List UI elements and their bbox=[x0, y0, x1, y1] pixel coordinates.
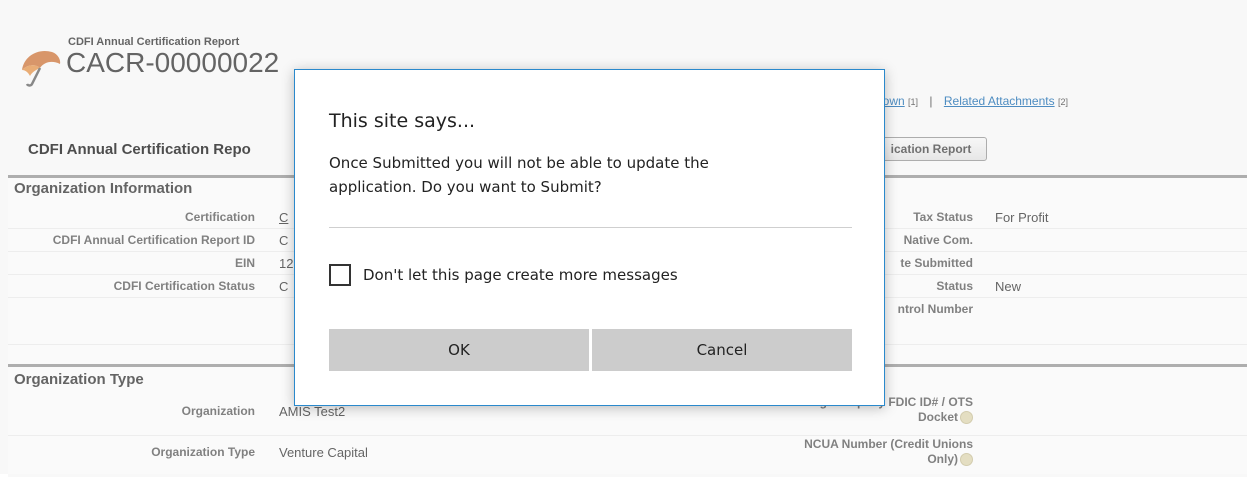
dialog-message-line2: application. Do you want to Submit? bbox=[329, 178, 602, 196]
cancel-button[interactable]: Cancel bbox=[592, 329, 852, 371]
dialog-title: This site says... bbox=[329, 110, 476, 132]
suppress-messages-label[interactable]: Don't let this page create more messages bbox=[363, 266, 678, 284]
ok-button[interactable]: OK bbox=[329, 329, 589, 371]
dialog-message-line1: Once Submitted you will not be able to u… bbox=[329, 154, 709, 172]
dialog-message: Once Submitted you will not be able to u… bbox=[329, 151, 829, 199]
suppress-messages-checkbox[interactable] bbox=[329, 264, 351, 286]
confirm-dialog: This site says... Once Submitted you wil… bbox=[294, 69, 885, 406]
dialog-divider bbox=[329, 227, 852, 228]
